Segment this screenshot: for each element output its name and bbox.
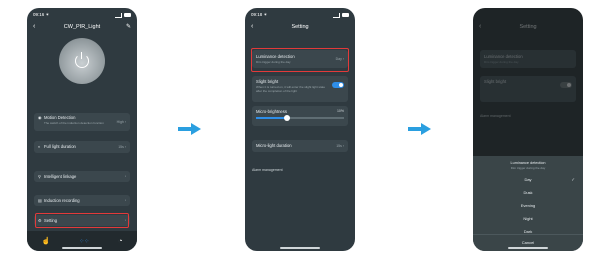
- micro-brightness-value: 10%: [336, 109, 344, 113]
- card-induction-recording[interactable]: ▤ Induction recording ›: [34, 195, 130, 206]
- chevron-right-icon: ›: [124, 198, 126, 202]
- dots-icon[interactable]: ⁘⁘: [79, 238, 89, 245]
- check-icon: ✓: [571, 177, 575, 182]
- header: ‹ Setting: [473, 21, 583, 33]
- page-title: Setting: [519, 24, 537, 30]
- signal-icon: [333, 12, 340, 18]
- sheet-subtitle: Dim trigger during the day: [510, 166, 546, 170]
- alarm-management-link[interactable]: Alarm management: [252, 168, 283, 172]
- phone-screen-device: 09:16 ✶ ‹ CW_PIR_Light ✎ ◉ Motion Detecti…: [27, 8, 137, 251]
- chevron-right-icon: ›: [124, 174, 126, 178]
- micro-brightness-slider[interactable]: [256, 114, 344, 121]
- battery-icon: [342, 13, 349, 17]
- signal-icon: [115, 12, 122, 18]
- sheet-option-day[interactable]: Day ✓: [473, 173, 583, 186]
- edit-icon[interactable]: ✎: [126, 21, 131, 33]
- sheet-title: Luminance detection: [510, 161, 546, 165]
- back-icon[interactable]: ‹: [33, 21, 35, 33]
- arrow-right-icon: [408, 123, 432, 135]
- row-luminance-detection: Luminance detection Dim trigger during t…: [480, 50, 576, 68]
- slider-thumb[interactable]: [283, 114, 290, 121]
- hand-icon[interactable]: ☝: [41, 237, 50, 245]
- sheet-option-dusk[interactable]: Dusk: [473, 186, 583, 199]
- arrow-right-icon: [178, 123, 202, 135]
- card-intelligent-linkage[interactable]: ⚲ Intelligent linkage ›: [34, 171, 130, 182]
- status-bar: 09:18 ✶: [251, 11, 349, 19]
- home-indicator: [62, 247, 102, 249]
- phone-screen-setting: 09:18 ✶ ‹ Setting Luminance detection Di…: [245, 8, 355, 251]
- row-slight-bright: Slight bright: [480, 76, 576, 102]
- back-icon[interactable]: ‹: [251, 21, 253, 33]
- card-full-light-duration[interactable]: ◐ Full light duration 15s ›: [34, 141, 130, 153]
- card-motion-detection[interactable]: ◉ Motion Detection The switch of the indu…: [34, 113, 130, 131]
- sheet-option-night[interactable]: Night: [473, 212, 583, 225]
- highlight-box-setting: [35, 213, 129, 228]
- slight-bright-toggle[interactable]: [332, 82, 344, 88]
- page-title: Setting: [291, 24, 309, 30]
- home-indicator: [508, 247, 548, 249]
- cancel-button[interactable]: Cancel: [473, 234, 583, 245]
- device-title: CW_PIR_Light: [63, 24, 101, 30]
- row-slight-bright: Slight bright When it is turned on, it w…: [252, 76, 348, 102]
- status-time: 09:18 ✶: [251, 12, 268, 17]
- back-icon: ‹: [479, 23, 482, 30]
- power-knob[interactable]: [59, 38, 105, 84]
- phone-screen-luminance-sheet: ‹ Setting Luminance detection Dim trigge…: [473, 8, 583, 251]
- bottom-sheet: Luminance detection Dim trigger during t…: [473, 156, 583, 251]
- power-icon: [75, 52, 89, 68]
- header: ‹ CW_PIR_Light ✎: [27, 21, 137, 33]
- header: ‹ Setting: [245, 21, 355, 33]
- timer-icon[interactable]: ◔: [118, 238, 122, 245]
- sheet-option-evening[interactable]: Evening: [473, 199, 583, 212]
- battery-icon: [124, 13, 131, 17]
- row-micro-light-duration[interactable]: Micro-light duration 15s ›: [252, 140, 348, 152]
- status-time: 09:16 ✶: [33, 12, 50, 17]
- alarm-management-link: Alarm management: [480, 114, 511, 118]
- row-micro-brightness: Micro-brightness 10%: [252, 106, 348, 126]
- home-indicator: [280, 247, 320, 249]
- toggle-icon: [560, 82, 572, 88]
- status-bar: 09:16 ✶: [33, 11, 131, 19]
- highlight-box-luminance: [251, 48, 349, 72]
